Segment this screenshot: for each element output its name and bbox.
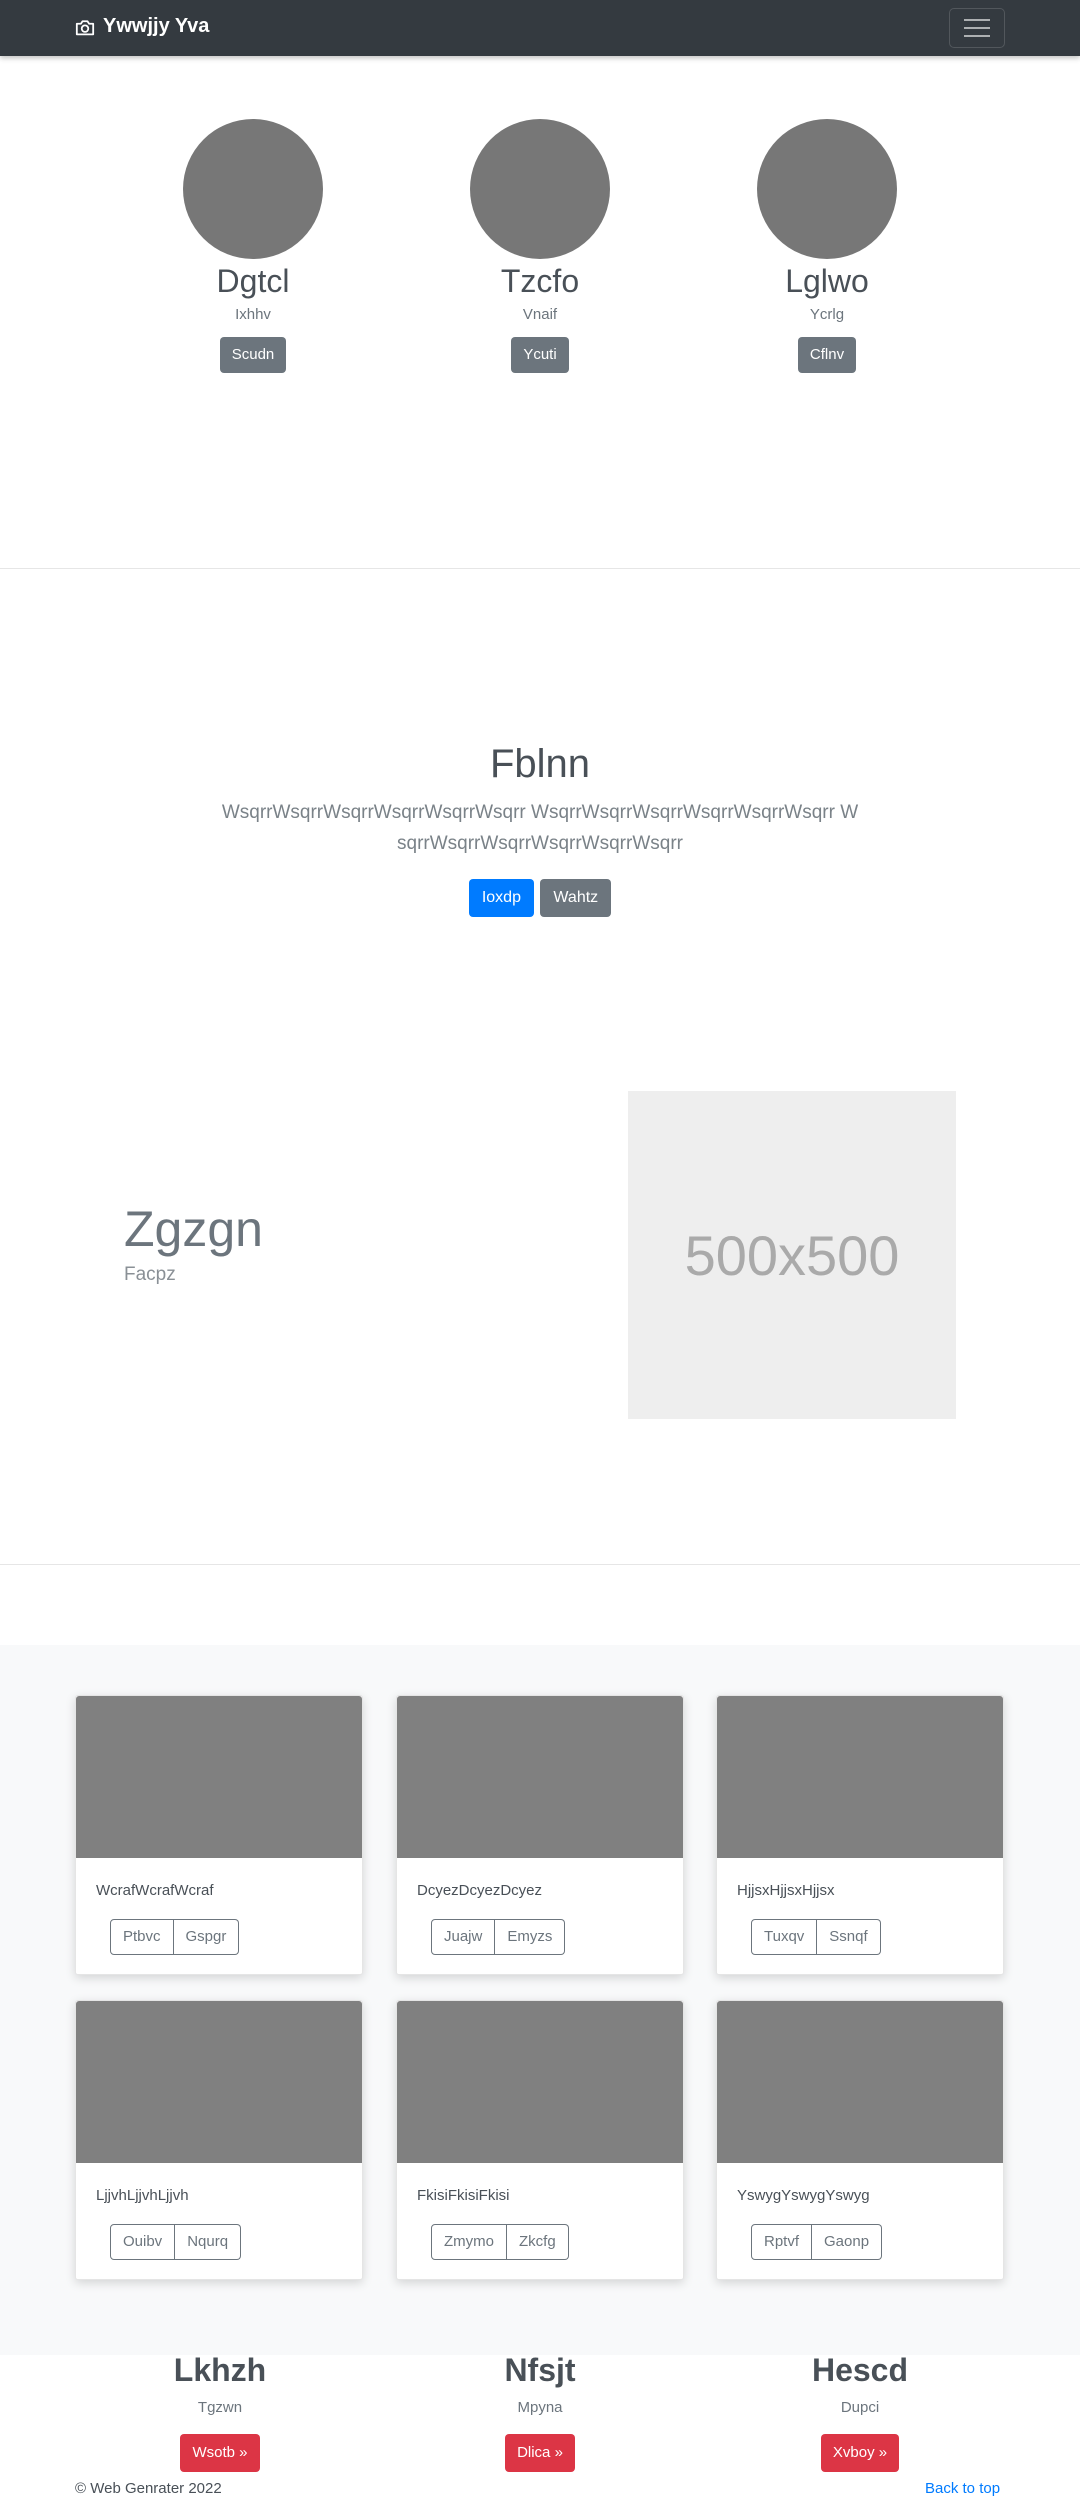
member-name: Dgtcl [216,263,290,299]
back-to-top-link[interactable]: Back to top [925,2480,1000,2497]
card-button[interactable]: Emyzs [495,1919,566,1955]
album-section: WcrafWcrafWcraf Ptbvc Gspgr DcyezDcyezDc… [0,1645,1080,2355]
member-role: Ixhhv [235,306,271,323]
card-text: YswygYswygYswyg [737,2187,870,2204]
avatar [757,119,897,259]
member-name: Lglwo [785,263,869,299]
member-button[interactable]: Cflnv [797,337,857,373]
bottom-button[interactable]: Xvboy » [820,2434,900,2472]
placeholder-image: 500x500 [628,1091,956,1419]
copyright-text: © Web Genrater 2022 [75,2480,222,2497]
card-button[interactable]: Gaonp [812,2224,883,2260]
card-image [397,1696,683,1858]
hero-section: Fblnn WsqrrWsqrrWsqrrWsqrrWsqrrWsqrr Wsq… [0,742,1080,917]
menu-toggle-button[interactable] [949,8,1005,48]
avatar [183,119,323,259]
bottom-button[interactable]: Dlica » [505,2434,575,2472]
hero-lead: WsqrrWsqrrWsqrrWsqrrWsqrrWsqrr WsqrrWsqr… [221,802,859,854]
brand-text: Ywwjjy Yva [103,15,210,37]
hero-secondary-button[interactable]: Wahtz [540,879,612,917]
member-role: Vnaif [522,306,558,323]
card: DcyezDcyezDcyez Juajw Emyzs [396,1695,684,1975]
hamburger-icon [964,19,990,21]
brand-link[interactable]: Ywwjjy Yva [75,15,209,38]
bottom-title: Nfsjt [504,2352,576,2388]
member-button[interactable]: Scudn [219,337,287,373]
card-button[interactable]: Ouibv [110,2224,176,2260]
card: WcrafWcrafWcraf Ptbvc Gspgr [75,1695,363,1975]
bottom-column: Lkhzh Tgzwn Wsotb » [120,2352,320,2472]
avatar [470,119,610,259]
member-name: Tzcfo [500,263,580,299]
card-button[interactable]: Tuxqv [751,1919,818,1955]
bottom-column: Nfsjt Mpyna Dlica » [440,2352,640,2472]
card-image [76,2001,362,2163]
card-text: LjjvhLjjvhLjjvh [96,2187,189,2204]
card: FkisiFkisiFkisi Zmymo Zkcfg [396,2000,684,2280]
bottom-title: Lkhzh [173,2352,267,2388]
card-image [76,1696,362,1858]
member-button[interactable]: Ycuti [511,337,569,373]
card-button[interactable]: Rptvf [751,2224,813,2260]
card-button[interactable]: Zmymo [431,2224,507,2260]
card: LjjvhLjjvhLjjvh Ouibv Nqurq [75,2000,363,2280]
card: YswygYswygYswyg Rptvf Gaonp [716,2000,1004,2280]
card-image [717,2001,1003,2163]
team-member: Dgtcl Ixhhv Scudn [153,119,353,373]
placeholder-label: 500x500 [684,1223,900,1287]
card-button[interactable]: Nqurq [175,2224,242,2260]
hero-primary-button[interactable]: Ioxdp [468,879,534,917]
bottom-role: Mpyna [517,2399,563,2416]
bottom-column: Hescd Dupci Xvboy » [760,2352,960,2472]
team-member: Lglwo Ycrlg Cflnv [727,119,927,373]
team-member: Tzcfo Vnaif Ycuti [440,119,640,373]
hero-title: Fblnn [489,742,591,786]
card-button[interactable]: Ptbvc [110,1919,174,1955]
card-button[interactable]: Zkcfg [507,2224,569,2260]
navbar: Ywwjjy Yva [0,0,1080,56]
card-button[interactable]: Gspgr [173,1919,240,1955]
card-text: HjjsxHjjsxHjjsx [737,1882,835,1899]
card-button[interactable]: Juajw [431,1919,496,1955]
feature-subtitle: Facpz [124,1264,176,1285]
feature-title: Zgzgn [124,1201,263,1257]
bottom-role: Tgzwn [197,2399,243,2416]
divider [0,1564,1080,1565]
divider [0,568,1080,569]
card-text: WcrafWcrafWcraf [96,1882,214,1899]
card-text: DcyezDcyezDcyez [417,1882,543,1899]
member-role: Ycrlg [809,306,845,323]
card-button[interactable]: Ssnqf [817,1919,881,1955]
bottom-title: Hescd [811,2352,909,2388]
card-text: FkisiFkisiFkisi [417,2187,510,2204]
card: HjjsxHjjsxHjjsx Tuxqv Ssnqf [716,1695,1004,1975]
bottom-button[interactable]: Wsotb » [180,2434,260,2472]
camera-icon [75,19,95,35]
card-image [717,1696,1003,1858]
bottom-role: Dupci [840,2399,880,2416]
card-image [397,2001,683,2163]
